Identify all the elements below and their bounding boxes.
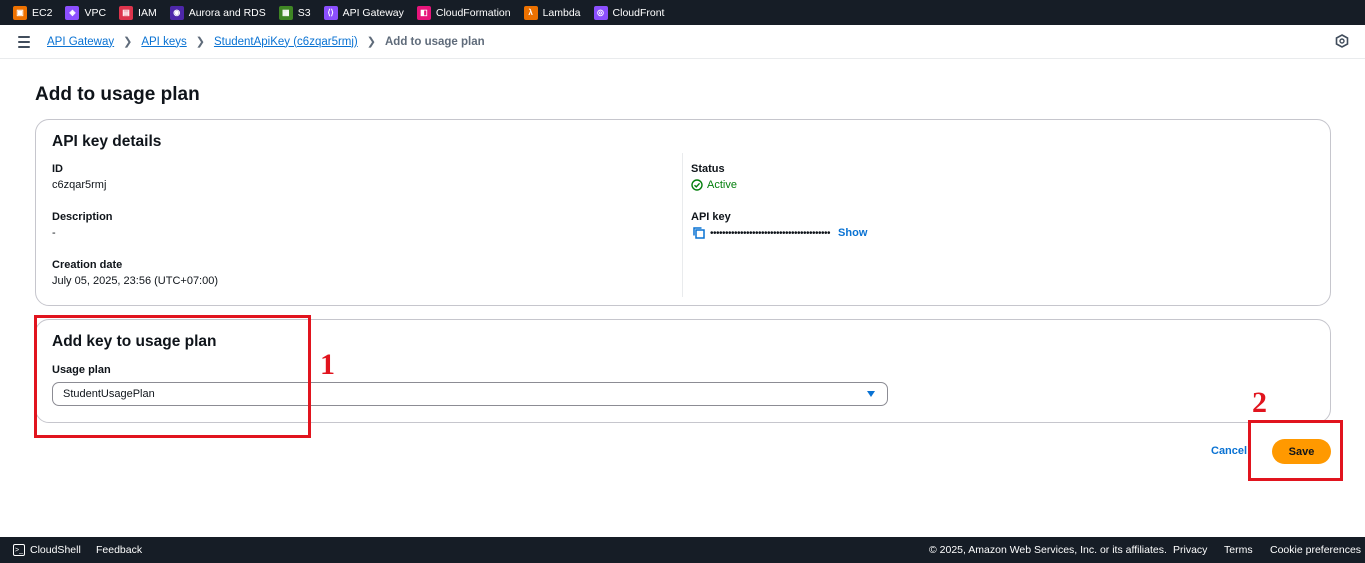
status-indicator: Active — [691, 179, 737, 191]
chevron-right-icon: ❯ — [123, 36, 133, 48]
copy-icon[interactable] — [692, 226, 706, 240]
service-cloudfront[interactable]: ◎ CloudFront — [593, 5, 665, 20]
service-label: VPC — [84, 6, 107, 19]
caret-down-icon — [867, 391, 875, 397]
breadcrumb-bar: API Gateway ❯ API keys ❯ StudentApiKey (… — [0, 25, 1365, 59]
service-label: IAM — [138, 6, 157, 19]
breadcrumb-api-keys[interactable]: API keys — [141, 36, 186, 48]
creation-date-value: July 05, 2025, 23:56 (UTC+07:00) — [52, 275, 219, 287]
service-s3[interactable]: ▦ S3 — [278, 5, 311, 20]
chevron-right-icon: ❯ — [366, 36, 376, 48]
api-key-masked-value: •••••••••••••••••••••••••••••••••••••••• — [710, 227, 831, 239]
service-label: Aurora and RDS — [188, 6, 266, 19]
annotation-number-2: 2 — [1252, 386, 1267, 419]
service-vpc[interactable]: ◈ VPC — [65, 5, 107, 20]
creation-date-label: Creation date — [52, 259, 123, 271]
feedback-link[interactable]: Feedback — [96, 544, 142, 556]
service-label: CloudFormation — [435, 6, 511, 19]
api-key-row: ••••••••••••••••••••••••••••••••••••••••… — [692, 226, 867, 240]
terms-link[interactable]: Terms — [1224, 544, 1253, 556]
check-circle-icon — [691, 179, 703, 191]
cancel-button[interactable]: Cancel — [1211, 445, 1247, 457]
service-label: CloudFront — [612, 6, 665, 19]
id-label: ID — [52, 163, 63, 175]
copyright-text: © 2025, Amazon Web Services, Inc. or its… — [929, 544, 1167, 556]
cloudformation-icon: ◧ — [416, 5, 431, 20]
service-api-gateway[interactable]: ⟨⟩ API Gateway — [323, 5, 404, 20]
annotation-box-2 — [1248, 420, 1343, 481]
breadcrumb: API Gateway ❯ API keys ❯ StudentApiKey (… — [47, 35, 485, 49]
page-title: Add to usage plan — [35, 84, 200, 105]
breadcrumb-student-api-key[interactable]: StudentApiKey (c6zqar5rmj) — [214, 36, 358, 48]
service-iam[interactable]: ▤ IAM — [119, 5, 157, 20]
breadcrumb-api-gateway[interactable]: API Gateway — [47, 36, 114, 48]
service-cloudformation[interactable]: ◧ CloudFormation — [416, 5, 511, 20]
status-label: Status — [691, 163, 725, 175]
service-shortcut-bar: ▣ EC2 ◈ VPC ▤ IAM ◉ Aurora and RDS ▦ S3 … — [0, 0, 1365, 25]
footer: >_ CloudShell Feedback © 2025, Amazon We… — [0, 537, 1365, 563]
status-value: Active — [707, 179, 737, 191]
lambda-icon: λ — [523, 5, 538, 20]
ec2-icon: ▣ — [13, 5, 27, 20]
s3-icon: ▦ — [278, 5, 293, 20]
column-divider — [682, 153, 683, 297]
cloudfront-icon: ◎ — [593, 5, 608, 20]
breadcrumb-current: Add to usage plan — [384, 35, 485, 48]
id-value: c6zqar5rmj — [52, 179, 107, 191]
service-aurora-rds[interactable]: ◉ Aurora and RDS — [169, 5, 266, 20]
cloudshell-button[interactable]: >_ CloudShell — [13, 544, 81, 556]
cloudshell-label: CloudShell — [30, 544, 81, 556]
menu-icon[interactable] — [18, 36, 30, 48]
annotation-box-1 — [34, 315, 311, 438]
vpc-icon: ◈ — [65, 5, 80, 20]
api-gateway-icon: ⟨⟩ — [323, 5, 338, 20]
description-label: Description — [52, 211, 113, 223]
service-lambda[interactable]: λ Lambda — [523, 5, 581, 20]
annotation-number-1: 1 — [320, 348, 335, 381]
service-label: S3 — [297, 6, 311, 19]
privacy-link[interactable]: Privacy — [1173, 544, 1207, 556]
api-key-label: API key — [691, 211, 731, 223]
service-label: API Gateway — [342, 6, 404, 19]
service-label: Lambda — [542, 6, 581, 19]
settings-hexagon-icon[interactable] — [1335, 34, 1349, 48]
service-ec2[interactable]: ▣ EC2 — [13, 5, 53, 20]
service-label: EC2 — [32, 6, 53, 19]
section-title: API key details — [52, 133, 162, 150]
api-key-details-container: API key details ID c6zqar5rmj Descriptio… — [35, 119, 1331, 306]
iam-icon: ▤ — [119, 5, 134, 20]
cookie-preferences-link[interactable]: Cookie preferences — [1270, 544, 1361, 556]
show-api-key-link[interactable]: Show — [838, 227, 867, 239]
rds-icon: ◉ — [169, 5, 184, 20]
chevron-right-icon: ❯ — [195, 36, 205, 48]
terminal-icon: >_ — [13, 544, 25, 556]
description-value: - — [52, 227, 56, 239]
